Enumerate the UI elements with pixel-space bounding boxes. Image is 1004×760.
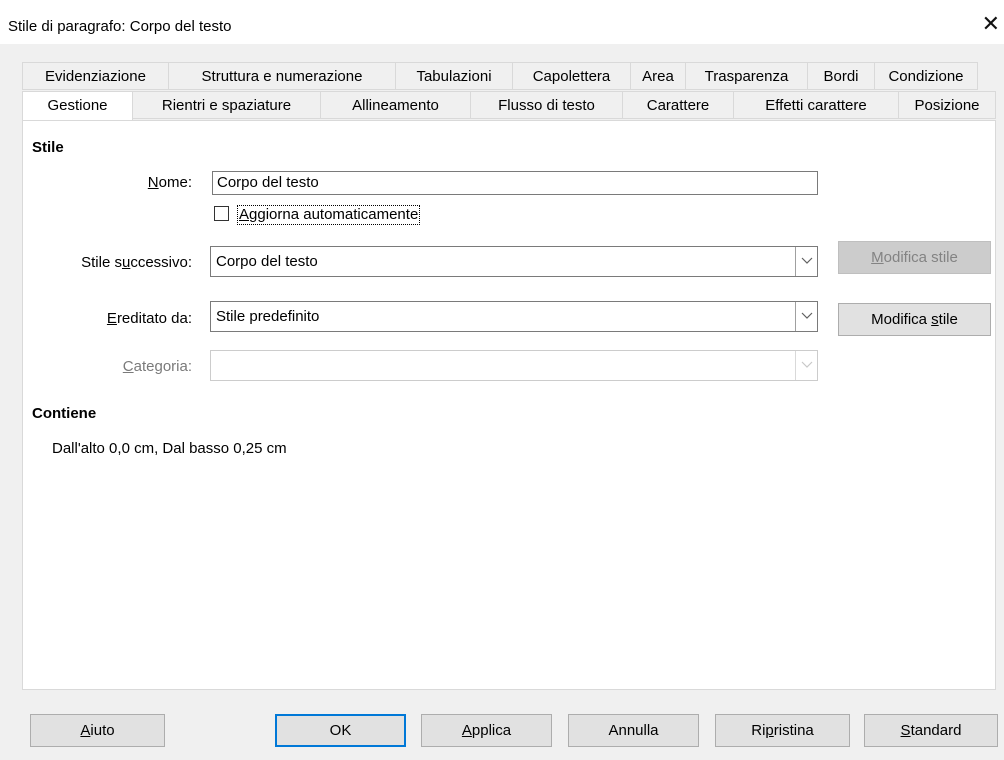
standard-button[interactable]: Standard <box>864 714 998 747</box>
tab-trasparenza[interactable]: Trasparenza <box>686 62 808 90</box>
edit-next-style-button[interactable]: Modifica stile <box>838 241 991 274</box>
auto-update-label[interactable]: Aggiorna automaticamente <box>237 205 421 225</box>
tab-area[interactable]: Area <box>631 62 686 90</box>
next-style-label: Stile successivo: <box>81 254 192 271</box>
cancel-button[interactable]: Annulla <box>568 714 699 747</box>
category-label: Categoria: <box>122 358 192 375</box>
chevron-down-icon[interactable] <box>795 247 817 276</box>
edit-inherited-style-button[interactable]: Modifica stile <box>838 303 991 336</box>
name-field[interactable]: Corpo del testo <box>212 171 818 195</box>
help-button[interactable]: Aiuto <box>30 714 165 747</box>
tab-effetti-carattere[interactable]: Effetti carattere <box>734 91 899 119</box>
tab-evidenziazione[interactable]: Evidenziazione <box>22 62 169 90</box>
title-bar: Stile di paragrafo: Corpo del testo ✕ <box>0 0 1004 44</box>
close-icon[interactable]: ✕ <box>982 13 1000 35</box>
chevron-down-icon[interactable] <box>795 302 817 331</box>
tab-allineamento[interactable]: Allineamento <box>321 91 471 119</box>
tab-panel-gestione <box>22 120 996 690</box>
tab-capolettera[interactable]: Capolettera <box>513 62 631 90</box>
tab-tabulazioni[interactable]: Tabulazioni <box>396 62 513 90</box>
tab-bordi[interactable]: Bordi <box>808 62 875 90</box>
category-select[interactable] <box>210 350 818 381</box>
window-title: Stile di paragrafo: Corpo del testo <box>8 18 232 35</box>
contains-text: Dall'alto 0,0 cm, Dal basso 0,25 cm <box>52 440 287 457</box>
next-style-select[interactable]: Corpo del testo <box>210 246 818 277</box>
tab-row-2: Gestione Rientri e spaziature Allineamen… <box>22 91 996 121</box>
inherited-value: Stile predefinito <box>216 308 320 325</box>
tab-gestione[interactable]: Gestione <box>22 91 133 121</box>
chevron-down-icon[interactable] <box>795 351 817 380</box>
tab-carattere[interactable]: Carattere <box>623 91 734 119</box>
tab-posizione[interactable]: Posizione <box>899 91 996 119</box>
inherited-select[interactable]: Stile predefinito <box>210 301 818 332</box>
tab-struttura-e-numerazione[interactable]: Struttura e numerazione <box>169 62 396 90</box>
section-title-contiene: Contiene <box>32 405 97 422</box>
tab-row-1: Evidenziazione Struttura e numerazione T… <box>22 62 978 90</box>
reset-button[interactable]: Ripristina <box>715 714 850 747</box>
name-field-value: Corpo del testo <box>217 174 319 191</box>
auto-update-checkbox[interactable] <box>214 206 229 221</box>
tab-condizione[interactable]: Condizione <box>875 62 978 90</box>
section-title-stile: Stile <box>32 139 64 156</box>
next-style-value: Corpo del testo <box>216 253 318 270</box>
tab-flusso-di-testo[interactable]: Flusso di testo <box>471 91 623 119</box>
ok-button[interactable]: OK <box>275 714 406 747</box>
name-label: Nome: <box>147 174 192 191</box>
apply-button[interactable]: Applica <box>421 714 552 747</box>
inherited-label: Ereditato da: <box>106 310 192 327</box>
tab-rientri-e-spaziature[interactable]: Rientri e spaziature <box>133 91 321 119</box>
